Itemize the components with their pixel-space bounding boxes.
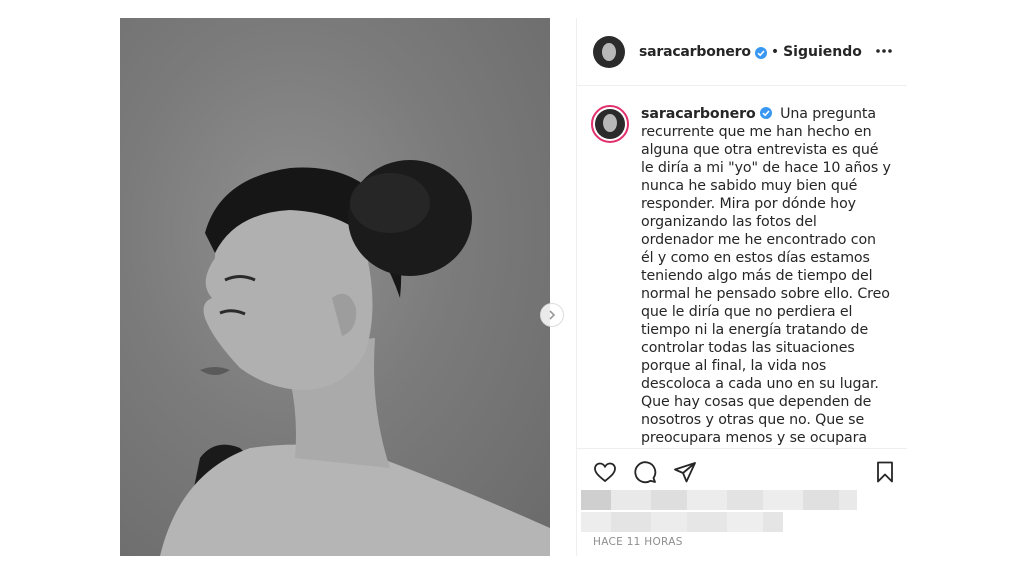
post-photo[interactable] [120, 18, 550, 556]
following-button[interactable]: Siguiendo [783, 44, 862, 60]
bookmark-icon[interactable] [871, 458, 899, 486]
post-timestamp[interactable]: HACE 11 HORAS [593, 536, 683, 548]
share-icon[interactable] [671, 458, 699, 486]
more-options-icon[interactable] [873, 40, 895, 62]
caption-row: saracarbonero Una pregunta recurrente qu… [591, 105, 897, 447]
caption-body: Una pregunta recurrente que me han hecho… [641, 106, 891, 446]
caption-username[interactable]: saracarbonero [641, 106, 756, 122]
post-header: saracarbonero • Siguiendo [577, 18, 907, 86]
heart-icon[interactable] [591, 458, 619, 486]
action-bar [577, 458, 907, 488]
post-side-panel: saracarbonero • Siguiendo saracarbonero … [576, 18, 907, 556]
story-avatar[interactable] [591, 105, 629, 143]
avatar[interactable] [593, 35, 625, 68]
chevron-right-icon [549, 310, 556, 320]
comment-icon[interactable] [631, 458, 659, 486]
instagram-post: saracarbonero • Siguiendo saracarbonero … [120, 18, 907, 556]
portrait-illustration [160, 160, 550, 556]
caption: saracarbonero Una pregunta recurrente qu… [641, 105, 891, 447]
verified-badge-icon [759, 107, 772, 119]
caption-scroll-area[interactable]: saracarbonero Una pregunta recurrente qu… [577, 87, 907, 449]
next-photo-button[interactable] [540, 303, 564, 327]
verified-badge-icon [754, 46, 767, 59]
username-link[interactable]: saracarbonero [639, 44, 751, 60]
separator-dot: • [770, 43, 780, 60]
